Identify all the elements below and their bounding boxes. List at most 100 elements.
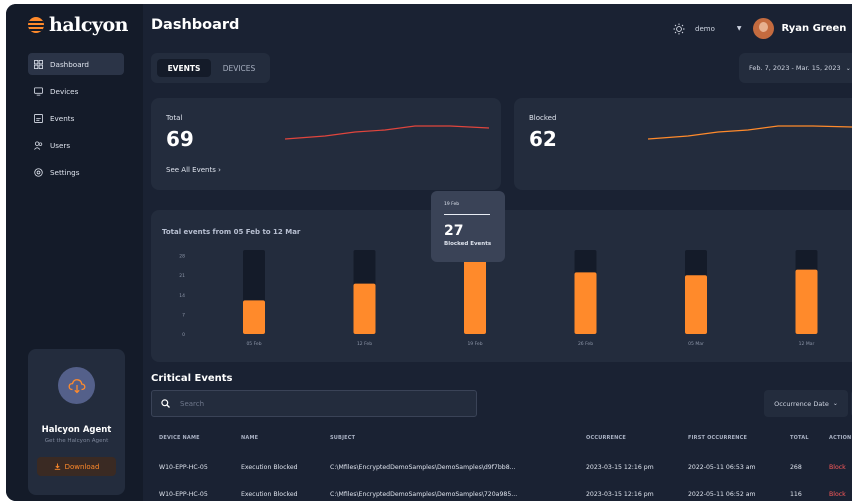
logo[interactable]: halcyon: [28, 14, 128, 36]
y-tick-label: 14: [179, 293, 185, 299]
sidebar-item-label: Events: [50, 113, 75, 123]
agent-subtitle: Get the Halcyon Agent: [44, 438, 109, 444]
y-tick-label: 0: [182, 332, 185, 338]
chart-tooltip: 19 Feb 27 Blocked Events: [431, 191, 505, 262]
cell-total: 268: [790, 464, 802, 471]
sidebar-item-label: Settings: [50, 167, 80, 177]
date-range-label: Feb. 7, 2023 - Mar. 15, 2023: [749, 64, 841, 72]
date-range-picker[interactable]: Feb. 7, 2023 - Mar. 15, 2023 ⌄: [739, 53, 852, 83]
x-tick-label: 19 Feb: [467, 341, 482, 347]
bar[interactable]: [795, 269, 818, 334]
sidebar: halcyon Dashboard Devices Events Users S…: [6, 4, 143, 501]
download-button[interactable]: Download: [37, 457, 116, 476]
x-tick-label: 05 Feb: [246, 341, 261, 347]
user-name[interactable]: Ryan Green: [781, 23, 846, 34]
events-icon: [34, 113, 43, 123]
tab-devices[interactable]: DEVICES: [213, 59, 265, 77]
cell-device: W10-EPP-HC-05: [159, 464, 208, 471]
avatar[interactable]: [753, 18, 775, 39]
cell-subject: C:\Mfiles\EncryptedDemoSamples\DemoSampl…: [330, 464, 516, 471]
cell-occurrence: 2023-03-15 12:16 pm: [586, 491, 654, 498]
x-tick-label: 12 Feb: [357, 341, 372, 347]
bar[interactable]: [464, 258, 486, 334]
total-value: 69: [166, 127, 194, 151]
cloud-download-icon: [58, 367, 95, 404]
sort-dropdown[interactable]: Occurrence Date ⌄: [764, 390, 848, 417]
x-tick-label: 12 Mar: [799, 341, 815, 347]
sidebar-item-dashboard[interactable]: Dashboard: [28, 53, 124, 75]
col-subject[interactable]: SUBJECT: [330, 435, 355, 441]
sidebar-item-events[interactable]: Events: [28, 107, 124, 129]
search-icon: [161, 399, 170, 408]
sidebar-nav: Dashboard Devices Events Users Settings: [28, 53, 124, 188]
main-content: Dashboard demo ▼ Ryan Green EVENTS DEVIC…: [143, 4, 852, 501]
tooltip-label: Blocked Events: [444, 241, 492, 247]
col-device-name[interactable]: DEVICE NAME: [159, 435, 200, 441]
cell-first-occurrence: 2022-05-11 06:53 am: [688, 464, 756, 471]
view-tabs: EVENTS DEVICES: [151, 53, 270, 83]
blocked-value: 62: [529, 127, 557, 151]
total-sparkline: [285, 125, 489, 140]
critical-events-title: Critical Events: [151, 373, 233, 384]
see-all-events-label: See All Events: [166, 166, 216, 174]
chevron-down-icon: ⌄: [832, 400, 838, 407]
agent-title: Halcyon Agent: [41, 425, 112, 435]
tab-events[interactable]: EVENTS: [157, 59, 211, 77]
bar[interactable]: [243, 300, 265, 334]
org-selector[interactable]: demo: [695, 25, 715, 33]
y-tick-label: 21: [179, 273, 185, 279]
see-all-events-link[interactable]: See All Events ›: [166, 166, 221, 174]
blocked-label: Blocked: [529, 114, 557, 122]
table-row[interactable]: W10-EPP-HC-05 Execution Blocked C:\Mfile…: [143, 464, 852, 478]
col-action[interactable]: ACTION: [829, 435, 851, 441]
users-icon: [34, 140, 43, 150]
chevron-down-icon: ⌄: [845, 64, 851, 72]
cell-action[interactable]: Block: [829, 491, 846, 498]
col-name[interactable]: NAME: [241, 435, 258, 441]
cell-first-occurrence: 2022-05-11 06:52 am: [688, 491, 756, 498]
sidebar-item-devices[interactable]: Devices: [28, 80, 124, 102]
agent-card: Halcyon Agent Get the Halcyon Agent Down…: [28, 349, 125, 495]
download-label: Download: [64, 462, 100, 471]
total-label: Total: [166, 114, 183, 122]
col-first-occurrence[interactable]: FIRST OCCURRENCE: [688, 435, 747, 441]
halcyon-logo-icon: [28, 17, 44, 33]
y-tick-label: 28: [179, 254, 185, 260]
cell-device: W10-EPP-HC-05: [159, 491, 208, 498]
cell-name: Execution Blocked: [241, 464, 298, 471]
tooltip-value: 27: [444, 223, 464, 239]
bar[interactable]: [685, 275, 707, 334]
x-tick-label: 05 Mar: [688, 341, 704, 347]
dashboard-icon: [34, 59, 43, 69]
cell-subject: C:\Mfiles\EncryptedDemoSamples\DemoSampl…: [330, 491, 518, 498]
col-total[interactable]: TOTAL: [790, 435, 809, 441]
bar[interactable]: [574, 272, 597, 334]
logo-text: halcyon: [49, 14, 128, 36]
col-occurrence[interactable]: OCCURRENCE: [586, 435, 626, 441]
search-input[interactable]: [180, 399, 460, 408]
table-header: DEVICE NAME NAME SUBJECT OCCURRENCE FIRS…: [143, 435, 852, 447]
sidebar-item-users[interactable]: Users: [28, 134, 124, 156]
search-box: [151, 390, 477, 417]
cell-name: Execution Blocked: [241, 491, 298, 498]
tooltip-date: 19 Feb: [444, 202, 460, 207]
sun-icon[interactable]: [673, 23, 685, 35]
chevron-right-icon: ›: [218, 166, 221, 174]
cell-action[interactable]: Block: [829, 464, 846, 471]
monitor-icon: [34, 86, 43, 96]
blocked-card: Blocked 62: [514, 98, 852, 190]
cell-total: 116: [790, 491, 802, 498]
sidebar-item-settings[interactable]: Settings: [28, 161, 124, 183]
sort-label: Occurrence Date: [774, 399, 829, 408]
x-tick-label: 26 Feb: [578, 341, 593, 347]
app-frame: halcyon Dashboard Devices Events Users S…: [6, 4, 852, 501]
blocked-sparkline: [648, 125, 852, 140]
sidebar-item-label: Users: [50, 140, 71, 150]
sidebar-item-label: Devices: [50, 86, 79, 96]
chevron-down-icon[interactable]: ▼: [737, 25, 742, 32]
download-icon: [54, 463, 60, 470]
total-card: Total 69 See All Events ›: [151, 98, 501, 190]
table-row[interactable]: W10-EPP-HC-05 Execution Blocked C:\Mfile…: [143, 491, 852, 501]
y-tick-label: 7: [182, 312, 185, 318]
bar[interactable]: [353, 283, 376, 334]
